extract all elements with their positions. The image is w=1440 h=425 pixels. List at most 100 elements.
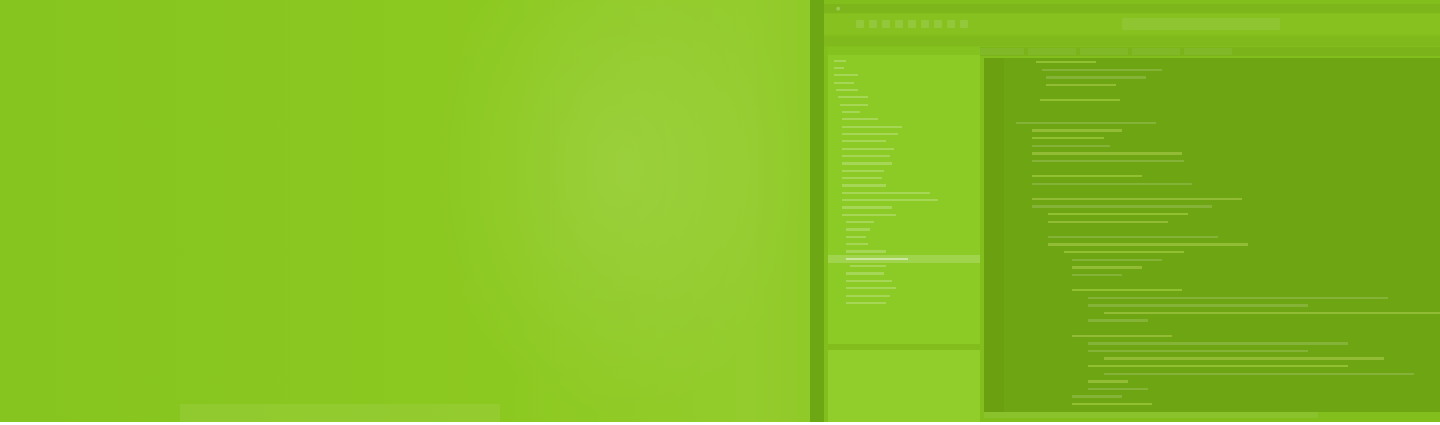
tree-item[interactable]: [828, 182, 980, 189]
tree-item[interactable]: [828, 299, 980, 306]
tree-item[interactable]: [828, 248, 980, 255]
code-line: [1088, 319, 1148, 322]
tree-item[interactable]: [828, 94, 980, 101]
tree-item[interactable]: [828, 189, 980, 196]
code-line: [1032, 144, 1110, 147]
tree-item-placeholder: [842, 140, 886, 143]
tree-item[interactable]: [828, 233, 980, 240]
tree-item[interactable]: [828, 86, 980, 93]
tree-item-placeholder: [842, 132, 898, 136]
tree-item-placeholder: [846, 235, 866, 238]
tree-item[interactable]: [828, 255, 980, 263]
tree-item-placeholder: [834, 81, 854, 84]
tree-item[interactable]: [828, 101, 980, 108]
code-line: [1036, 61, 1096, 64]
undo-icon[interactable]: [882, 20, 890, 28]
tree-item[interactable]: [828, 197, 980, 204]
tree-item[interactable]: [828, 263, 980, 270]
code-line: [1032, 205, 1212, 208]
redo-icon[interactable]: [895, 20, 903, 28]
tree-item-placeholder: [842, 147, 894, 150]
tree-item[interactable]: [828, 64, 980, 71]
sidebar-lower-panel: [828, 350, 980, 422]
tree-item[interactable]: [828, 108, 980, 115]
tree-item-placeholder: [846, 250, 886, 253]
file-tab[interactable]: [976, 48, 1024, 55]
code-editor[interactable]: [984, 58, 1440, 412]
tree-item-placeholder: [846, 228, 870, 231]
file-tabs: [972, 47, 1440, 56]
tree-item[interactable]: [828, 277, 980, 284]
file-tab[interactable]: [1080, 48, 1128, 55]
code-line: [1032, 152, 1182, 155]
tree-item[interactable]: [828, 138, 980, 145]
tree-item[interactable]: [828, 226, 980, 233]
tree-item-placeholder: [842, 213, 896, 216]
tree-item-placeholder: [840, 103, 868, 106]
file-tab[interactable]: [1028, 48, 1076, 55]
tree-item[interactable]: [828, 160, 980, 167]
tree-item[interactable]: [828, 116, 980, 123]
file-tab[interactable]: [1184, 48, 1232, 55]
code-line: [1048, 243, 1248, 246]
code-line: [1048, 220, 1168, 223]
tree-item-placeholder: [834, 66, 844, 70]
code-line: [1088, 296, 1388, 299]
code-line: [1046, 76, 1146, 79]
tree-item-placeholder: [846, 243, 868, 246]
code-line: [1104, 357, 1384, 360]
tree-item-placeholder: [846, 301, 886, 305]
tree-item[interactable]: [828, 204, 980, 211]
tree-item[interactable]: [828, 270, 980, 277]
tree-item-placeholder: [842, 118, 878, 121]
code-line: [1072, 403, 1152, 406]
code-line: [1042, 68, 1162, 71]
code-line: [1072, 258, 1162, 261]
code-line: [1088, 387, 1148, 391]
tree-item-placeholder: [842, 206, 892, 209]
tree-item[interactable]: [828, 152, 980, 159]
code-line: [1032, 137, 1104, 140]
tree-item-placeholder: [850, 265, 886, 268]
ambient-glow: [430, 0, 810, 422]
tree-item[interactable]: [828, 145, 980, 152]
forward-icon[interactable]: [869, 20, 877, 28]
code-line: [1016, 121, 1156, 125]
tree-item[interactable]: [828, 285, 980, 292]
code-line: [1104, 372, 1414, 375]
tree-item[interactable]: [828, 79, 980, 86]
tree-item[interactable]: [828, 167, 980, 174]
search-input[interactable]: [1122, 18, 1280, 30]
tree-item[interactable]: [828, 292, 980, 299]
tree-item[interactable]: [828, 211, 980, 218]
tree-item-placeholder: [836, 88, 858, 92]
tree-item[interactable]: [828, 72, 980, 79]
settings-icon[interactable]: [960, 20, 968, 28]
apple-menu-icon[interactable]: ●: [836, 6, 840, 12]
file-tree: [828, 57, 980, 307]
tree-item-placeholder: [842, 199, 938, 202]
code-line: [1048, 213, 1188, 216]
tree-item[interactable]: [828, 123, 980, 130]
tree-item[interactable]: [828, 57, 980, 64]
code-line: [1064, 251, 1184, 254]
project-sidebar: [828, 47, 980, 422]
horizontal-scrollbar[interactable]: [984, 412, 1318, 418]
debug-icon[interactable]: [947, 20, 955, 28]
tree-item-placeholder: [838, 96, 868, 99]
tree-item-placeholder: [834, 59, 846, 62]
back-icon[interactable]: [856, 20, 864, 28]
save-icon[interactable]: [908, 20, 916, 28]
desk-surface: [180, 404, 500, 422]
tree-item[interactable]: [828, 130, 980, 137]
tree-item-placeholder: [842, 125, 902, 128]
tree-item-placeholder: [842, 169, 884, 172]
tree-item[interactable]: [828, 241, 980, 248]
tree-item[interactable]: [828, 219, 980, 226]
tree-item-placeholder: [842, 154, 890, 158]
tree-item[interactable]: [828, 175, 980, 182]
tree-item-placeholder: [846, 221, 874, 224]
run-icon[interactable]: [934, 20, 942, 28]
open-icon[interactable]: [921, 20, 929, 28]
file-tab[interactable]: [1132, 48, 1180, 55]
